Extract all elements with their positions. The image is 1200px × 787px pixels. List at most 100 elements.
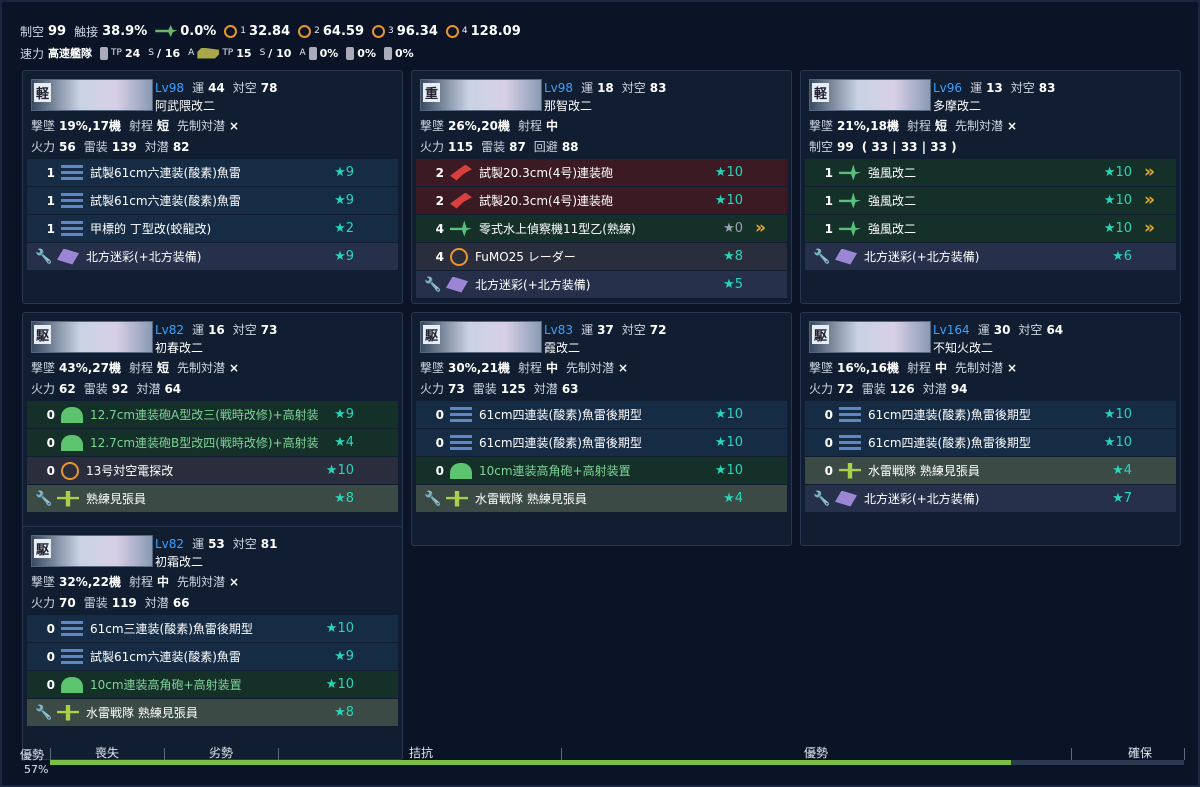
ship-card[interactable]: 軽 Lv98 運 44 対空 78 阿武隈改二 撃墜 19%,17機 射程短先制対潜 × 火力 56 雷装… xyxy=(22,70,403,304)
bottle-icon xyxy=(308,46,317,60)
equipment-slot[interactable]: 2 試製20.3cm(4号)連装砲 ★10 xyxy=(416,159,787,186)
equipment-name: 10cm連装高角砲+高射装置 xyxy=(479,464,631,478)
stat-value: 119 xyxy=(111,596,137,610)
ship-stats-row: 撃墜 43%,27機 射程短先制対潜 × xyxy=(31,359,247,376)
ship-level: Lv164 xyxy=(933,323,970,337)
torp-icon xyxy=(839,434,861,451)
air-bar-tick xyxy=(1071,748,1072,760)
equipment-slot[interactable]: 0 10cm連装高角砲+高射装置 ★10 xyxy=(416,457,787,484)
aa-icon xyxy=(450,462,472,479)
ship-portrait[interactable]: 重 xyxy=(420,79,542,111)
equipment-slot[interactable]: 0 12.7cm連装砲A型改三(戦時改修)+高射装 ★9 xyxy=(27,401,398,428)
luck-label: 運 xyxy=(581,323,594,337)
equipment-name: 熟練見張員 xyxy=(86,492,147,506)
equipment-slot[interactable]: 2 試製20.3cm(4号)連装砲 ★10 xyxy=(416,187,787,214)
equipment-slot[interactable]: 🔧 北方迷彩(+北方装備) ★6 xyxy=(805,243,1176,270)
equipment-slot[interactable]: 🔧 北方迷彩(+北方装備) ★7 xyxy=(805,485,1176,512)
equipment-name: FuMO25 レーダー xyxy=(475,250,576,264)
equipment-slot[interactable]: 1 試製61cm六連装(酸素)魚雷 ★9 xyxy=(27,187,398,214)
improvement-level: ★10 xyxy=(714,193,743,208)
ship-portrait[interactable]: 軽 xyxy=(31,79,153,111)
equipment-slot[interactable]: 1 強風改二 ★10 » xyxy=(805,187,1176,214)
ship-name[interactable]: 初霜改二 xyxy=(155,553,203,570)
equipment-slot[interactable]: 🔧 水雷戦隊 熟練見張員 ★8 xyxy=(27,699,398,726)
ship-name[interactable]: 不知火改二 xyxy=(933,339,993,356)
air-bar-tick xyxy=(561,748,562,760)
slot-count: 0 xyxy=(435,407,444,422)
stat-value: 115 xyxy=(448,140,474,154)
ship-card[interactable]: 駆 Lv82 運 16 対空 73 初春改二 撃墜 43%,27機 射程短先制対潜 × 火力 62 雷装 9… xyxy=(22,312,403,546)
contact-index: 4 xyxy=(461,26,468,36)
equipment-slot[interactable]: 0 61cm四連装(酸素)魚雷後期型 ★10 xyxy=(416,429,787,456)
improvement-level: ★10 xyxy=(325,463,354,478)
stat-label: 撃墜 xyxy=(809,119,834,133)
equipment-slot[interactable]: 1 試製61cm六連装(酸素)魚雷 ★9 xyxy=(27,159,398,186)
ship-portrait[interactable]: 駆 xyxy=(31,321,153,353)
equipment-slot[interactable]: 0 水雷戦隊 熟練見張員 ★4 xyxy=(805,457,1176,484)
stat-value: × xyxy=(1007,361,1018,375)
equipment-slot[interactable]: 1 甲標的 丁型改(蛟龍改) ★2 xyxy=(27,215,398,242)
equipment-slot[interactable]: 0 61cm四連装(酸素)魚雷後期型 ★10 xyxy=(416,401,787,428)
equipment-slot[interactable]: 0 61cm四連装(酸素)魚雷後期型 ★10 xyxy=(805,401,1176,428)
ship-card[interactable]: 駆 Lv164 運 30 対空 64 不知火改二 撃墜 16%,16機 射程中先制対潜 × 火力 72 雷… xyxy=(800,312,1181,546)
ship-portrait[interactable]: 駆 xyxy=(31,535,153,567)
stat-value: 70 xyxy=(59,596,76,610)
stat-label: 火力 xyxy=(31,596,56,610)
equipment-name: 61cm四連装(酸素)魚雷後期型 xyxy=(868,436,1031,450)
stat-label: 射程 xyxy=(129,119,154,133)
stat-label: 雷装 xyxy=(83,140,108,154)
ammo-icon xyxy=(835,490,857,507)
slot-count: 0 xyxy=(824,435,833,450)
improvement-level: ★10 xyxy=(1103,407,1132,422)
ship-name[interactable]: 多摩改二 xyxy=(933,97,981,114)
ship-name[interactable]: 阿武隈改二 xyxy=(155,97,215,114)
stat-label: 火力 xyxy=(420,382,445,396)
equipment-slot[interactable]: 0 61cm四連装(酸素)魚雷後期型 ★10 xyxy=(805,429,1176,456)
ship-name[interactable]: 初春改二 xyxy=(155,339,203,356)
equipment-slot[interactable]: 4 零式水上偵察機11型乙(熟練) ★0 » xyxy=(416,215,787,242)
aa-label: 対空 xyxy=(232,537,257,551)
ship-level-row: Lv83 運 37 対空 72 xyxy=(544,321,675,338)
ship-type-badge: 軽 xyxy=(34,83,52,102)
stat-value: × xyxy=(1007,119,1018,133)
proficiency-icon: » xyxy=(1144,218,1155,238)
equipment-name: 強風改二 xyxy=(868,194,917,208)
equipment-name: 零式水上偵察機11型乙(熟練) xyxy=(479,222,636,236)
equipment-slot[interactable]: 0 12.7cm連装砲B型改四(戦時改修)+高射装 ★4 xyxy=(27,429,398,456)
ship-card[interactable]: 駆 Lv82 運 53 対空 81 初霜改二 撃墜 32%,22機 射程中先制対潜 × 火力 70 雷装 1… xyxy=(22,526,403,760)
stat-label: 射程 xyxy=(518,361,543,375)
drum-triple-icon xyxy=(383,46,392,60)
ship-level: Lv83 xyxy=(544,323,574,337)
equipment-slot[interactable]: 🔧 熟練見張員 ★8 xyxy=(27,485,398,512)
contact-value: 0.0% xyxy=(180,23,217,39)
luck-label: 運 xyxy=(192,537,205,551)
ship-portrait[interactable]: 軽 xyxy=(809,79,931,111)
improvement-level: ★10 xyxy=(1103,435,1132,450)
look-icon xyxy=(839,462,861,479)
equipment-slot[interactable]: 0 試製61cm六連装(酸素)魚雷 ★9 xyxy=(27,643,398,670)
equipment-slot[interactable]: 1 強風改二 ★10 » xyxy=(805,159,1176,186)
equipment-slot[interactable]: 🔧 水雷戦隊 熟練見張員 ★4 xyxy=(416,485,787,512)
equipment-slot[interactable]: 0 61cm三連装(酸素)魚雷後期型 ★10 xyxy=(27,615,398,642)
ship-card[interactable]: 駆 Lv83 運 37 対空 72 霞改二 撃墜 30%,21機 射程中先制対潜 × 火力 73 雷装 12… xyxy=(411,312,792,546)
ship-name[interactable]: 霞改二 xyxy=(544,339,580,356)
proficiency-icon: » xyxy=(755,218,766,238)
equipment-slot[interactable]: 1 強風改二 ★10 » xyxy=(805,215,1176,242)
ship-name[interactable]: 那智改二 xyxy=(544,97,592,114)
stat-label: 雷装 xyxy=(481,140,506,154)
equipment-slot[interactable]: 🔧 北方迷彩(+北方装備) ★5 xyxy=(416,271,787,298)
equipment-slot[interactable]: 4 FuMO25 レーダー ★8 xyxy=(416,243,787,270)
stat-value: 短 xyxy=(935,119,948,133)
ship-portrait[interactable]: 駆 xyxy=(809,321,931,353)
equipment-name: 試製20.3cm(4号)連装砲 xyxy=(479,166,614,180)
ship-portrait[interactable]: 駆 xyxy=(420,321,542,353)
torp-icon xyxy=(61,620,83,637)
torp-icon xyxy=(450,406,472,423)
ship-card[interactable]: 重 Lv98 運 18 対空 83 那智改二 撃墜 26%,20機 射程中火力 115 雷装 87 回避 8… xyxy=(411,70,792,304)
improvement-level: ★10 xyxy=(714,407,743,422)
equipment-slot[interactable]: 🔧 北方迷彩(+北方装備) ★9 xyxy=(27,243,398,270)
equipment-slot[interactable]: 0 13号対空電探改 ★10 xyxy=(27,457,398,484)
stat-value: 短 xyxy=(157,119,170,133)
equipment-slot[interactable]: 0 10cm連装高角砲+高射装置 ★10 xyxy=(27,671,398,698)
ship-card[interactable]: 軽 Lv96 運 13 対空 83 多摩改二 撃墜 21%,18機 射程短先制対潜 × 制空 99 ( 3… xyxy=(800,70,1181,304)
